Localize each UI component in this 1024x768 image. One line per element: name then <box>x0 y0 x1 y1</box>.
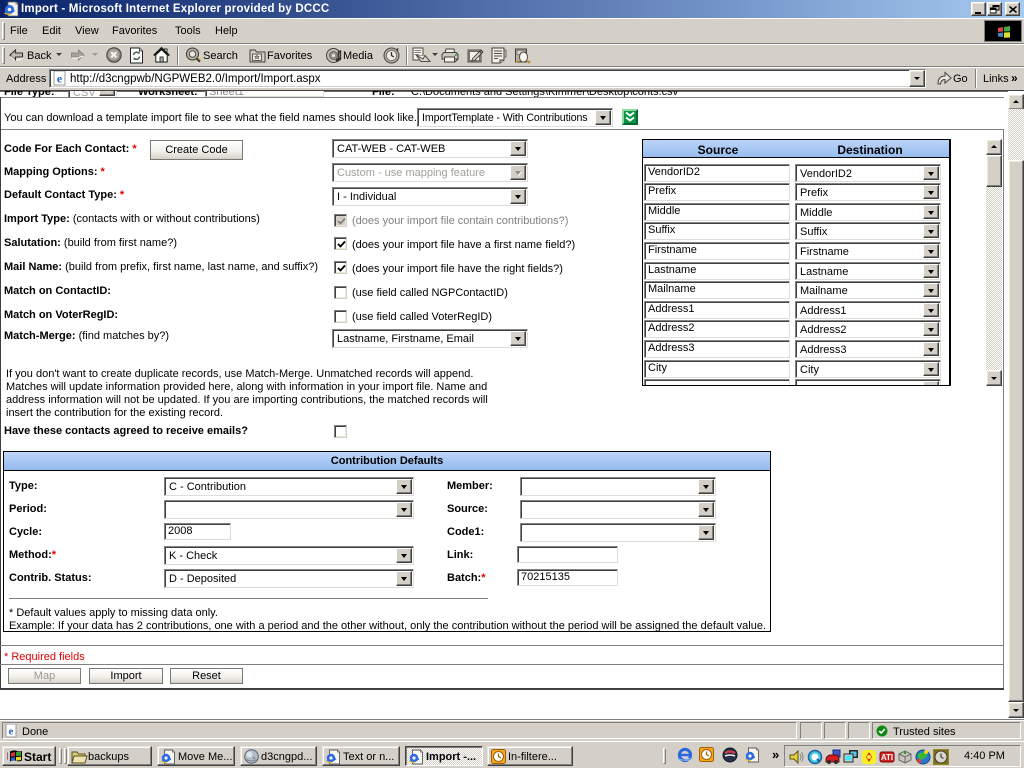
svg-text:e: e <box>57 72 63 86</box>
svg-text:ATI: ATI <box>881 753 893 762</box>
svg-text:e: e <box>9 727 14 738</box>
